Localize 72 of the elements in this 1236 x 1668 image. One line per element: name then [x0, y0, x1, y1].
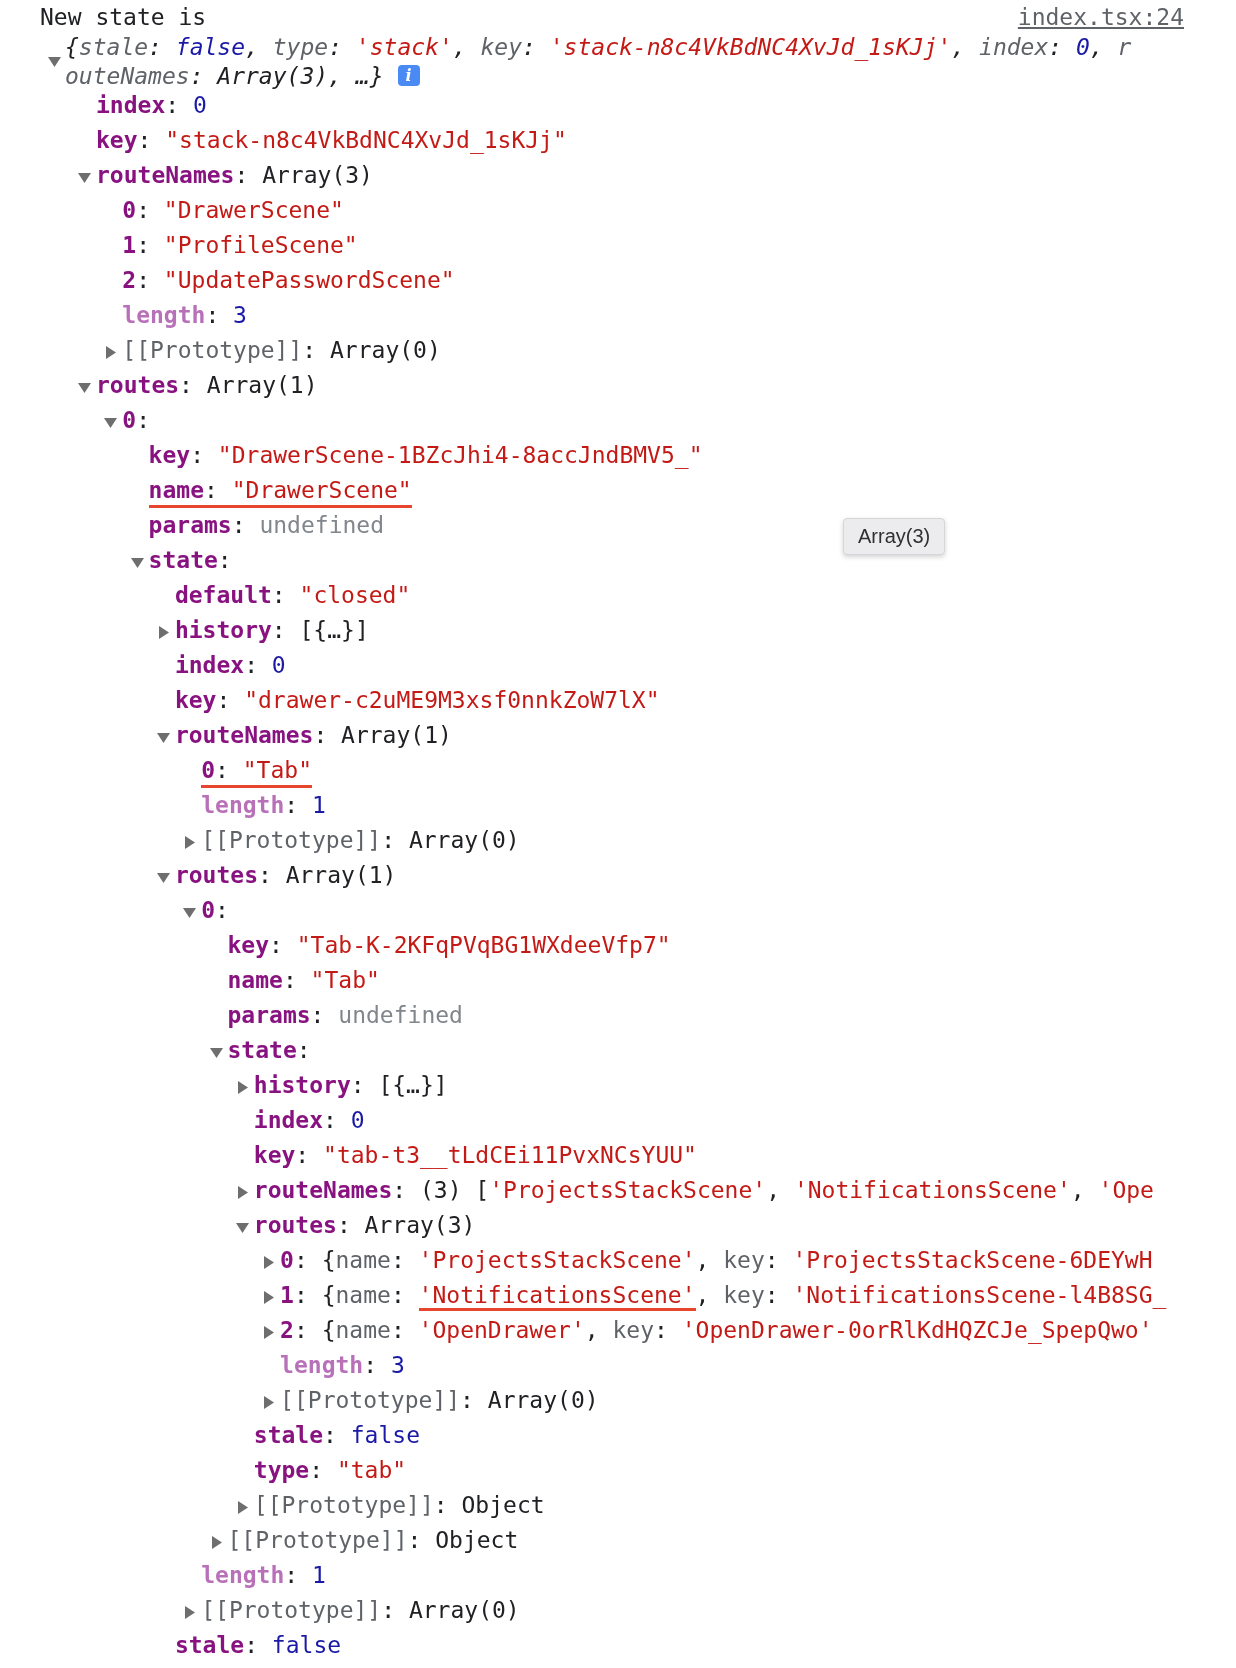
- property-entry: type: "tab": [253, 1457, 407, 1485]
- property-entry[interactable]: history: [{…}]: [174, 617, 369, 648]
- property-entry[interactable]: routeNames: Array(1): [174, 722, 452, 753]
- property-entry: name: "DrawerScene": [148, 477, 412, 508]
- property-entry[interactable]: [[Prototype]]: Array(0): [201, 1597, 520, 1628]
- disclosure-triangle-icon[interactable]: [130, 556, 144, 569]
- disclosure-triangle-icon[interactable]: [209, 1046, 223, 1059]
- disclosure-triangle-icon[interactable]: [183, 836, 197, 849]
- property-entry: index: 0: [174, 652, 286, 680]
- property-entry: 0: "DrawerScene": [122, 197, 344, 225]
- disclosure-triangle-icon[interactable]: [104, 416, 118, 429]
- disclosure-triangle-icon[interactable]: [183, 906, 197, 919]
- property-entry[interactable]: 2: {name: 'OpenDrawer', key: 'OpenDrawer-0orRlKdHQZCJe_SpepQwo': [280, 1317, 1153, 1348]
- disclosure-triangle-icon[interactable]: [104, 346, 118, 359]
- property-entry: length: 1: [201, 1562, 326, 1590]
- disclosure-triangle-icon[interactable]: [235, 1501, 249, 1514]
- property-entry: key: "tab-t3__tLdCEi11PvxNCsYUU": [253, 1142, 697, 1171]
- property-entry: default: "closed": [174, 582, 411, 610]
- disclosure-triangle-icon[interactable]: [262, 1256, 276, 1269]
- property-entry: 2: "UpdatePasswordScene": [122, 267, 455, 295]
- property-entry[interactable]: state:: [148, 547, 232, 578]
- property-entry: length: 3: [280, 1352, 405, 1380]
- property-entry[interactable]: 1: {name: 'NotificationsScene', key: 'NotificationsScene-l4B8SG_: [280, 1282, 1167, 1313]
- property-entry: 1: "ProfileScene": [122, 232, 358, 260]
- property-entry: stale: false: [253, 1422, 420, 1450]
- disclosure-triangle-icon[interactable]: [262, 1396, 276, 1409]
- property-entry: key: "stack-n8c4VkBdNC4XvJd_1sKJj": [96, 127, 567, 156]
- disclosure-triangle-icon[interactable]: [235, 1221, 249, 1234]
- disclosure-triangle-icon[interactable]: [235, 1081, 249, 1094]
- property-entry: name: "Tab": [227, 967, 380, 995]
- disclosure-triangle-icon[interactable]: [78, 381, 91, 394]
- property-entry: stale: false: [174, 1632, 342, 1660]
- tooltip: Array(3): [843, 518, 946, 555]
- disclosure-triangle-icon[interactable]: [156, 871, 170, 884]
- property-entry: index: 0: [96, 92, 207, 120]
- property-entry: length: 3: [122, 302, 247, 330]
- property-entry[interactable]: routes: Array(1): [174, 862, 397, 893]
- property-entry[interactable]: history: [{…}]: [253, 1072, 448, 1103]
- disclosure-triangle-icon[interactable]: [78, 171, 91, 184]
- disclosure-triangle-icon[interactable]: [209, 1536, 223, 1549]
- property-entry: 0: "Tab": [201, 757, 312, 788]
- property-entry[interactable]: [[Prototype]]: Object: [253, 1492, 545, 1523]
- property-entry: length: 1: [201, 792, 326, 820]
- property-entry[interactable]: [[Prototype]]: Array(0): [201, 827, 520, 858]
- disclosure-triangle-icon[interactable]: [156, 626, 170, 639]
- disclosure-triangle-icon[interactable]: [262, 1326, 276, 1339]
- property-entry[interactable]: state:: [227, 1037, 311, 1068]
- property-entry[interactable]: 0:: [201, 897, 229, 928]
- property-entry: params: undefined: [227, 1002, 463, 1030]
- log-message: New state is: [40, 4, 207, 30]
- property-entry: key: "drawer-c2uME9M3xsf0nnkZoW7lX": [174, 687, 660, 715]
- property-entry: index: 0: [253, 1107, 365, 1135]
- disclosure-triangle-icon[interactable]: [183, 1606, 197, 1619]
- property-entry[interactable]: routeNames: Array(3): [96, 162, 373, 193]
- property-entry: params: undefined: [148, 512, 384, 540]
- disclosure-triangle-icon[interactable]: [48, 54, 61, 68]
- object-summary[interactable]: outeNames: Array(3), …}: [65, 62, 384, 89]
- property-entry: key: "DrawerScene-1BZcJhi4-8accJndBMV5_": [148, 442, 703, 471]
- object-summary[interactable]: {stale: false, type: 'stack', key: 'stack-n8c4VkBdNC4XvJd_1sKJj', index: 0, r: [65, 33, 1132, 60]
- disclosure-triangle-icon[interactable]: [262, 1291, 276, 1304]
- disclosure-triangle-icon[interactable]: [235, 1186, 249, 1199]
- property-entry[interactable]: [[Prototype]]: Object: [227, 1527, 519, 1558]
- property-entry[interactable]: [[Prototype]]: Array(0): [122, 337, 441, 368]
- property-entry[interactable]: 0: {name: 'ProjectsStackScene', key: 'ProjectsStackScene-6DEYwH: [280, 1247, 1153, 1278]
- property-entry[interactable]: 0:: [122, 407, 150, 438]
- disclosure-triangle-icon[interactable]: [156, 731, 170, 744]
- property-entry: key: "Tab-K-2KFqPVqBG1WXdeeVfp7": [227, 932, 671, 960]
- source-link[interactable]: index.tsx:24: [1017, 4, 1184, 30]
- property-entry[interactable]: routes: Array(3): [253, 1212, 476, 1243]
- property-entry[interactable]: routeNames: (3) ['ProjectsStackScene', 'NotificationsScene', 'Ope: [253, 1177, 1154, 1208]
- property-entry[interactable]: routes: Array(1): [96, 372, 318, 403]
- property-entry[interactable]: [[Prototype]]: Array(0): [280, 1387, 599, 1418]
